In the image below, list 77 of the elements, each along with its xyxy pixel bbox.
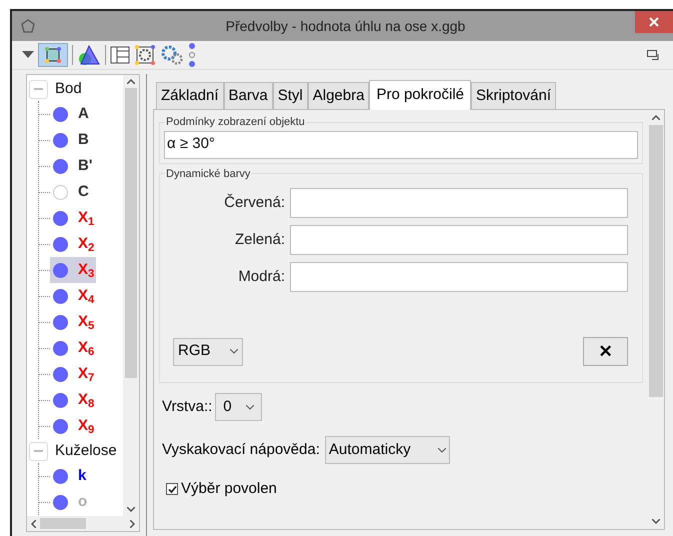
object-label: B [78, 130, 89, 150]
tree-item[interactable]: B' [50, 153, 94, 179]
input-field[interactable] [290, 188, 628, 218]
object-label: C [78, 182, 89, 202]
checkbox-label: Výběr povolen [181, 479, 277, 499]
layer-label: Vrstva:: [162, 396, 212, 417]
tab[interactable]: Algebra [308, 82, 370, 109]
object-label: X$_{5}$ [78, 312, 94, 334]
tree-item[interactable]: X$_{1}$ [50, 205, 96, 231]
scrollbar-thumb[interactable] [40, 518, 86, 529]
scroll-down-icon[interactable] [652, 519, 660, 524]
scrollbar-thumb[interactable] [649, 125, 663, 397]
tab[interactable]: Styl [272, 82, 308, 109]
collapse-toggle[interactable] [29, 80, 48, 98]
vertical-scrollbar[interactable] [123, 75, 139, 516]
input-field[interactable] [290, 262, 628, 292]
group-label[interactable]: Bod [55, 78, 82, 100]
layer-dropdown[interactable]: 0 [215, 393, 262, 421]
dropdown-triangle-icon[interactable] [22, 51, 34, 59]
tree-item[interactable]: k [50, 463, 88, 489]
app-logo-icon [20, 18, 36, 34]
tooltip-dropdown[interactable]: Automaticky [324, 436, 450, 464]
object-label: X$_{7}$ [78, 364, 94, 386]
tree-item[interactable]: C [50, 179, 91, 205]
object-label: A [78, 104, 89, 124]
scroll-down-icon[interactable] [127, 507, 135, 512]
scroll-left-icon[interactable] [31, 520, 36, 528]
tree-item[interactable]: X$_{8}$ [50, 387, 96, 413]
field-label: Červená: [223, 192, 285, 213]
tree-item[interactable]: A [50, 101, 91, 127]
scrollbar-thumb[interactable] [125, 88, 137, 378]
close-icon [649, 17, 659, 27]
tab[interactable]: Skriptování [471, 82, 556, 109]
clear-button[interactable]: ✕ [583, 337, 628, 366]
tree-item[interactable]: X$_{2}$ [50, 231, 96, 257]
object-label: o [78, 492, 88, 512]
object-label: X$_{9}$ [78, 416, 94, 438]
object-label: X$_{6}$ [78, 338, 94, 360]
object-label: X$_{8}$ [78, 390, 94, 412]
tab[interactable]: Základní [156, 82, 224, 109]
object-label: X$_{4}$ [78, 286, 94, 308]
settings-icon[interactable] [160, 44, 184, 66]
object-label: X$_{2}$ [78, 234, 94, 256]
layout-icon[interactable] [110, 45, 130, 65]
scroll-up-icon[interactable] [127, 79, 135, 84]
tab[interactable]: Barva [224, 82, 273, 109]
horizontal-scrollbar[interactable] [27, 516, 139, 531]
scroll-up-icon[interactable] [652, 115, 660, 120]
object-label: X$_{1}$ [78, 208, 94, 230]
point-tool-icon[interactable] [38, 43, 68, 67]
tree-item[interactable]: B [50, 127, 91, 153]
restore-window-icon[interactable] [647, 50, 659, 60]
object-label: X$_{3}$ [78, 260, 94, 282]
object-label: k [78, 466, 86, 486]
tree-item[interactable]: X$_{6}$ [50, 335, 96, 361]
tree-item[interactable]: X$_{9}$ [50, 413, 96, 439]
condition-input-field[interactable]: α ≥ 30° [164, 130, 638, 158]
scroll-right-icon[interactable] [130, 520, 135, 528]
gear-frame-icon[interactable] [134, 44, 156, 66]
tooltip-label: Vyskakovací nápověda: [162, 440, 320, 460]
tab[interactable]: Pro pokročilé [369, 80, 471, 110]
window-title: Předvolby - hodnota úhlu na ose x.ggb [226, 16, 466, 36]
field-label: Zelená: [234, 230, 285, 250]
checkbox[interactable] [166, 483, 178, 496]
color-mode-dropdown[interactable]: RGB [173, 338, 243, 366]
tree-item[interactable]: X$_{4}$ [50, 283, 96, 309]
group-title: Dynamické barvy [165, 166, 252, 182]
tree-item[interactable]: X$_{7}$ [50, 361, 96, 387]
input-field[interactable] [290, 225, 628, 255]
tree-item[interactable]: X$_{5}$ [50, 309, 96, 335]
object-label: B' [78, 156, 92, 176]
group-label[interactable]: Kuželose [55, 440, 117, 462]
close-button[interactable] [635, 11, 673, 33]
more-options-icon[interactable] [188, 43, 196, 67]
collapse-toggle[interactable] [29, 442, 48, 460]
group-title: Podmínky zobrazení objektu [165, 115, 306, 130]
field-label: Modrá: [237, 266, 285, 287]
